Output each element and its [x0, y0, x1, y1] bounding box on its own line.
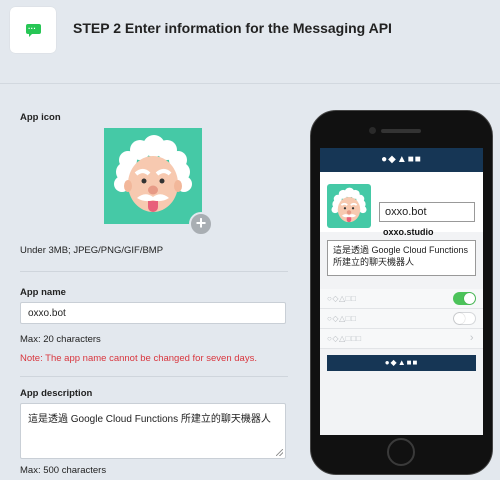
- app-description-text: 這是透過 Google Cloud Functions 所建立的聊天機器人: [28, 414, 271, 425]
- preview-name-field: oxxo.bot: [379, 202, 475, 222]
- camera-icon: [369, 127, 376, 134]
- line-chat-icon: ···: [10, 7, 56, 53]
- speaker-icon: [381, 129, 421, 133]
- app-name-note: Note: The app name cannot be changed for…: [20, 353, 257, 364]
- preview-profile-card: oxxo.bot oxxo.studio: [320, 172, 483, 237]
- home-button: [387, 438, 415, 466]
- page-header: ··· STEP 2 Enter information for the Mes…: [0, 0, 500, 62]
- toggle-switch-on: [453, 292, 476, 305]
- app-name-input[interactable]: oxxo.bot: [20, 302, 286, 324]
- list-item-label: ○◇△□□: [327, 314, 357, 323]
- preview-top-bar: ●◆▲■■: [320, 148, 483, 172]
- app-name-max-hint: Max: 20 characters: [20, 334, 101, 345]
- preview-id: oxxo.studio: [383, 227, 434, 237]
- page-title: STEP 2 Enter information for the Messagi…: [73, 20, 392, 36]
- einstein-avatar-icon: [114, 135, 192, 212]
- einstein-avatar-icon: [331, 187, 367, 223]
- preview-settings-list: ○◇△□□ ○◇△□□ ○◇△□□□ ›: [320, 289, 483, 349]
- app-description-label: App description: [20, 388, 93, 399]
- resize-grip-icon[interactable]: [276, 449, 283, 456]
- app-description-textarea[interactable]: 這是透過 Google Cloud Functions 所建立的聊天機器人: [20, 403, 286, 459]
- app-icon-hint: Under 3MB; JPEG/PNG/GIF/BMP: [20, 245, 164, 256]
- toggle-switch-off: [453, 312, 476, 325]
- app-icon-label: App icon: [20, 112, 61, 123]
- app-icon-image[interactable]: [104, 128, 202, 224]
- section-divider: [20, 271, 288, 272]
- phone-screen: ●◆▲■■ oxxo.bot oxxo.studio 這是透過 Google C…: [320, 148, 483, 435]
- app-name-label: App name: [20, 287, 66, 298]
- app-description-max-hint: Max: 500 characters: [20, 465, 107, 476]
- list-item-label: ○◇△□□□: [327, 334, 362, 343]
- phone-preview: ●◆▲■■ oxxo.bot oxxo.studio 這是透過 Google C…: [310, 110, 493, 475]
- add-icon-button[interactable]: +: [189, 212, 213, 236]
- preview-avatar: [327, 184, 371, 228]
- chevron-right-icon: ›: [469, 332, 474, 344]
- list-item: ○◇△□□□ ›: [320, 329, 483, 349]
- preview-description: 這是透過 Google Cloud Functions 所建立的聊天機器人: [327, 240, 476, 276]
- header-divider: [0, 83, 500, 84]
- list-item: ○◇△□□: [320, 289, 483, 309]
- section-divider: [20, 376, 288, 377]
- list-item-label: ○◇△□□: [327, 294, 357, 303]
- list-item: ○◇△□□: [320, 309, 483, 329]
- preview-action-button: ●◆▲■■: [327, 355, 476, 371]
